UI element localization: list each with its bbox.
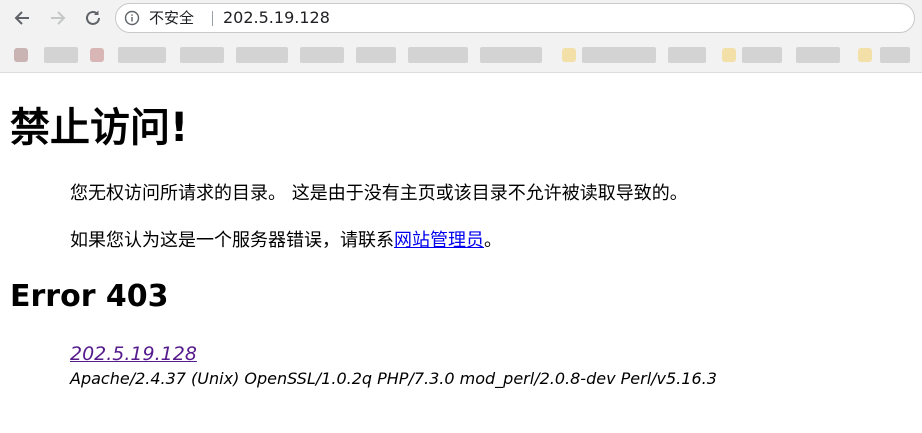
bookmark-item[interactable] <box>14 48 28 62</box>
forward-button[interactable] <box>46 6 70 30</box>
bookmarks-bar <box>0 40 922 70</box>
access-denied-message: 您无权访问所请求的目录。 这是由于没有主页或该目录不允许被读取导致的。 <box>70 183 688 204</box>
bookmark-item[interactable] <box>668 47 706 63</box>
info-circle-icon[interactable] <box>124 10 140 26</box>
contact-message-prefix: 如果您认为这是一个服务器错误，请联系 <box>70 230 394 251</box>
bookmark-folder-icon[interactable] <box>722 48 736 62</box>
bookmark-item[interactable] <box>118 47 166 63</box>
bookmark-item[interactable] <box>356 47 396 63</box>
bookmark-item[interactable] <box>880 47 910 63</box>
server-address-block: 202.5.19.128 Apache/2.4.37 (Unix) OpenSS… <box>70 342 717 389</box>
browser-toolbar: 不安全 202.5.19.128 <box>0 0 922 73</box>
bookmark-item[interactable] <box>480 47 542 63</box>
address-bar[interactable]: 不安全 202.5.19.128 <box>115 3 915 33</box>
bookmark-item[interactable] <box>180 47 224 63</box>
back-arrow-icon <box>14 11 29 25</box>
bookmark-item[interactable] <box>44 47 78 63</box>
reload-button[interactable] <box>81 6 105 30</box>
bookmark-item[interactable] <box>408 47 468 63</box>
forward-arrow-icon <box>51 11 66 25</box>
error-code-heading: Error 403 <box>10 279 169 314</box>
bookmark-item[interactable] <box>796 47 840 63</box>
bookmark-item[interactable] <box>236 47 288 63</box>
page-title: 禁止访问! <box>10 105 189 151</box>
bookmark-item[interactable] <box>300 47 344 63</box>
contact-message-suffix: 。 <box>484 230 502 251</box>
server-signature: Apache/2.4.37 (Unix) OpenSSL/1.0.2q PHP/… <box>70 369 717 388</box>
address-divider <box>212 11 213 26</box>
back-button[interactable] <box>10 6 34 30</box>
reload-icon <box>86 10 100 25</box>
bookmark-folder-icon[interactable] <box>858 48 872 62</box>
url-text[interactable]: 202.5.19.128 <box>223 8 330 28</box>
bookmark-item[interactable] <box>742 47 782 63</box>
host-link[interactable]: 202.5.19.128 <box>70 342 717 366</box>
bookmark-item[interactable] <box>582 47 656 63</box>
bookmark-folder-icon[interactable] <box>562 48 576 62</box>
contact-admin-message: 如果您认为这是一个服务器错误，请联系网站管理员。 <box>70 229 502 253</box>
webmaster-link[interactable]: 网站管理员 <box>394 230 484 251</box>
security-label[interactable]: 不安全 <box>149 9 194 27</box>
bookmark-item[interactable] <box>90 48 104 62</box>
